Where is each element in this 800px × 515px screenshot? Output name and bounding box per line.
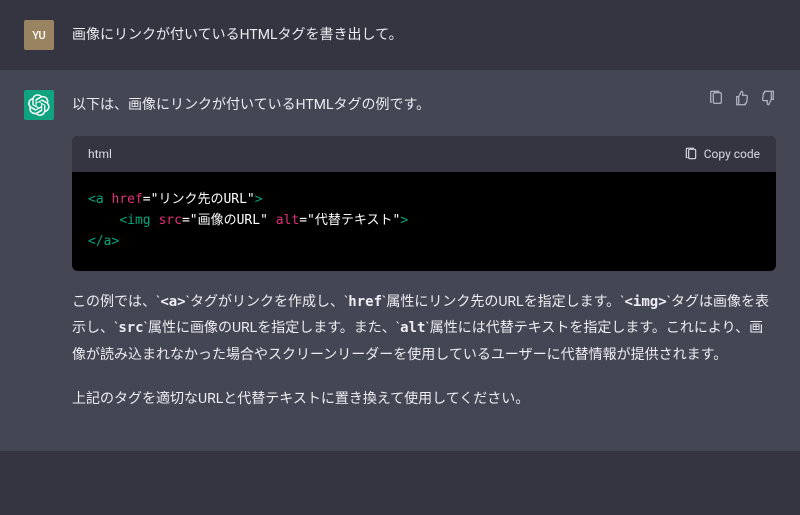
clipboard-icon[interactable]: [708, 90, 724, 106]
user-message-row: YU 画像にリンクが付いているHTMLタグを書き出して。: [0, 0, 800, 70]
code-header: html Copy code: [72, 136, 776, 172]
code-language-label: html: [88, 144, 112, 164]
assistant-avatar: [24, 90, 54, 120]
code-body: <a href="リンク先のURL"> <img src="画像のURL" al…: [72, 172, 776, 270]
copy-code-button[interactable]: Copy code: [684, 144, 760, 164]
thumbs-down-icon[interactable]: [760, 90, 776, 106]
thumbs-up-icon[interactable]: [734, 90, 750, 106]
assistant-message-row: 以下は、画像にリンクが付いているHTMLタグの例です。 html Copy co…: [0, 70, 800, 451]
user-avatar: YU: [24, 20, 54, 50]
copy-code-label: Copy code: [704, 144, 760, 164]
assistant-intro-text: 以下は、画像にリンクが付いているHTMLタグの例です。: [72, 94, 776, 118]
user-message-text: 画像にリンクが付いているHTMLタグを書き出して。: [72, 20, 776, 50]
code-block: html Copy code <a href="リンク先のURL"> <img …: [72, 136, 776, 271]
message-actions: [708, 90, 776, 106]
explanation-text: この例では、`<a>`タグがリンクを作成し、`href`属性にリンク先のURLを…: [72, 289, 776, 413]
